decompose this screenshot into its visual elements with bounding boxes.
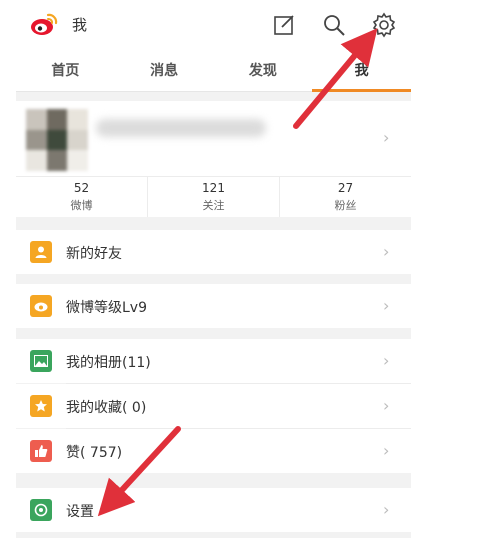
menu-label: 设置 [66,504,94,520]
page-title: 我 [72,16,88,34]
menu-label: 我的收藏( 0) [66,400,147,416]
chevron-right-icon: › [383,296,390,315]
username-blurred [96,119,266,137]
stat-weibo[interactable]: 52 微博 [16,177,148,217]
stat-followers[interactable]: 27 粉丝 [280,177,411,217]
tab-discover[interactable]: 发现 [214,48,313,91]
menu-label: 我的相册(11) [66,355,151,371]
person-icon [30,241,52,263]
thumbs-up-icon [30,440,52,462]
stat-following[interactable]: 121 关注 [148,177,280,217]
menu-new-friends[interactable]: 新的好友 › [16,230,411,274]
level-icon [30,295,52,317]
stat-label: 关注 [202,199,225,212]
menu-my-favorites[interactable]: 我的收藏( 0) › [16,384,411,428]
stats-bar: 52 微博 121 关注 27 粉丝 [16,177,411,217]
chevron-right-icon: › [383,396,390,415]
menu-label: 新的好友 [66,246,122,262]
search-icon[interactable] [321,12,347,38]
weibo-logo-icon [31,13,58,35]
stat-count: 121 [202,181,225,195]
settings-icon [30,499,52,521]
tab-home[interactable]: 首页 [16,48,115,91]
chevron-right-icon: › [383,351,390,370]
menu-likes[interactable]: 赞( 757) › [16,429,411,473]
chevron-right-icon: › [383,500,390,519]
menu-settings[interactable]: 设置 › [16,488,411,532]
stat-count: 52 [73,181,90,195]
star-icon [30,395,52,417]
menu-label: 赞( 757) [66,445,123,461]
gear-icon[interactable] [371,12,397,38]
tab-home-label: 首页 [51,62,80,79]
tab-messages-label: 消息 [150,62,179,79]
chevron-right-icon: › [383,128,390,147]
profile-card[interactable]: › [16,101,411,177]
tab-messages[interactable]: 消息 [115,48,214,91]
photo-icon [30,350,52,372]
tab-discover-label: 发现 [248,62,277,79]
menu-weibo-level[interactable]: 微博等级Lv9 › [16,284,411,328]
chevron-right-icon: › [383,242,390,261]
menu-my-album[interactable]: 我的相册(11) › [16,339,411,383]
stat-label: 微博 [70,199,93,212]
avatar[interactable] [26,109,88,171]
main-tabs: 首页 消息 发现 我 [16,48,411,92]
menu-label: 微博等级Lv9 [66,300,147,316]
compose-icon[interactable] [271,12,297,38]
stat-label: 粉丝 [334,199,357,212]
top-bar: 我 [16,0,411,48]
tab-me-label: 我 [354,62,369,79]
stat-count: 27 [337,181,354,195]
tab-me[interactable]: 我 [312,48,411,92]
app-screen: 我 首页 消息 发现 我 › 52 微博 121 关注 27 粉丝 新的好友 ›… [16,0,411,538]
chevron-right-icon: › [383,441,390,460]
